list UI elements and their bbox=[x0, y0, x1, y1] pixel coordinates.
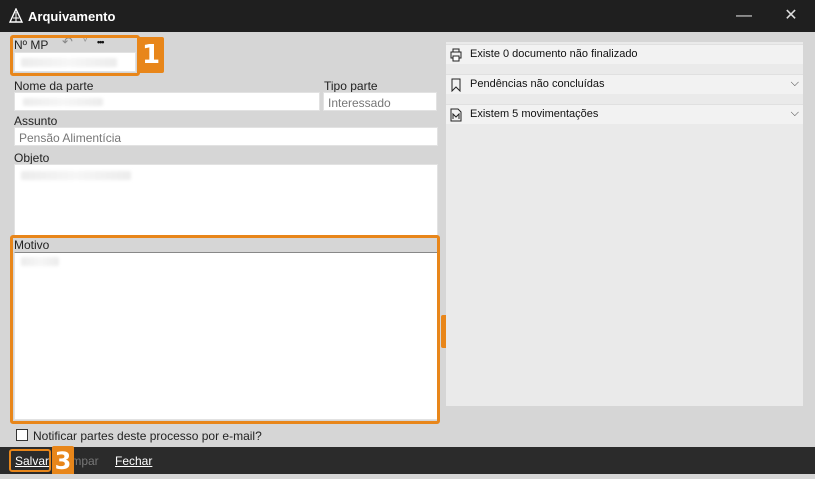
nome-parte-input[interactable] bbox=[14, 92, 320, 111]
info-row-label: Existe 0 documento não finalizado bbox=[470, 48, 638, 60]
info-row-movimentacoes[interactable]: Existem 5 movimentações ⌵ bbox=[446, 104, 803, 124]
dialog-content: Nº MP ↶ ˅ ••• 1 Nome da parte Tipo parte… bbox=[0, 32, 815, 447]
printer-icon bbox=[450, 48, 462, 62]
callout-badge-1: 1 bbox=[138, 37, 164, 73]
window-title: Arquivamento bbox=[28, 9, 116, 24]
tipo-parte-input[interactable]: Interessado bbox=[323, 92, 437, 111]
notify-label: Notificar partes deste processo por e-ma… bbox=[33, 429, 262, 443]
footer-toolbar: Salvar Limpar Fechar bbox=[0, 447, 815, 474]
title-bar: Arquivamento — ✕ bbox=[0, 0, 815, 32]
document-m-icon bbox=[450, 108, 462, 122]
nome-parte-label: Nome da parte bbox=[14, 79, 94, 93]
notify-checkbox[interactable] bbox=[16, 429, 28, 441]
assunto-label: Assunto bbox=[14, 114, 58, 128]
tipo-parte-label: Tipo parte bbox=[324, 79, 378, 93]
info-panel: Existe 0 documento não finalizado Pendên… bbox=[446, 42, 803, 406]
callout-box-1 bbox=[10, 35, 140, 76]
chevron-down-icon[interactable]: ⌵ bbox=[791, 77, 799, 90]
callout-box-3 bbox=[9, 449, 51, 472]
chevron-down-icon[interactable]: ⌵ bbox=[791, 107, 799, 120]
info-row-label: Existem 5 movimentações bbox=[470, 108, 599, 120]
bottom-edge bbox=[0, 474, 815, 479]
fechar-button[interactable]: Fechar bbox=[115, 454, 152, 468]
objeto-label: Objeto bbox=[14, 151, 50, 165]
redacted-text bbox=[23, 98, 103, 106]
objeto-textarea[interactable] bbox=[14, 164, 438, 236]
assunto-input[interactable]: Pensão Alimentícia bbox=[14, 127, 438, 146]
callout-box-2 bbox=[10, 235, 440, 424]
info-row-documentos[interactable]: Existe 0 documento não finalizado bbox=[446, 44, 803, 64]
info-row-pendencias[interactable]: Pendências não concluídas ⌵ bbox=[446, 74, 803, 94]
info-row-label: Pendências não concluídas bbox=[470, 78, 605, 90]
callout-badge-3: 3 bbox=[52, 446, 74, 476]
app-logo-icon bbox=[8, 8, 24, 23]
redacted-text bbox=[21, 171, 131, 180]
bookmark-icon bbox=[451, 78, 461, 92]
close-button[interactable]: ✕ bbox=[773, 4, 809, 28]
minimize-button[interactable]: — bbox=[726, 4, 762, 28]
